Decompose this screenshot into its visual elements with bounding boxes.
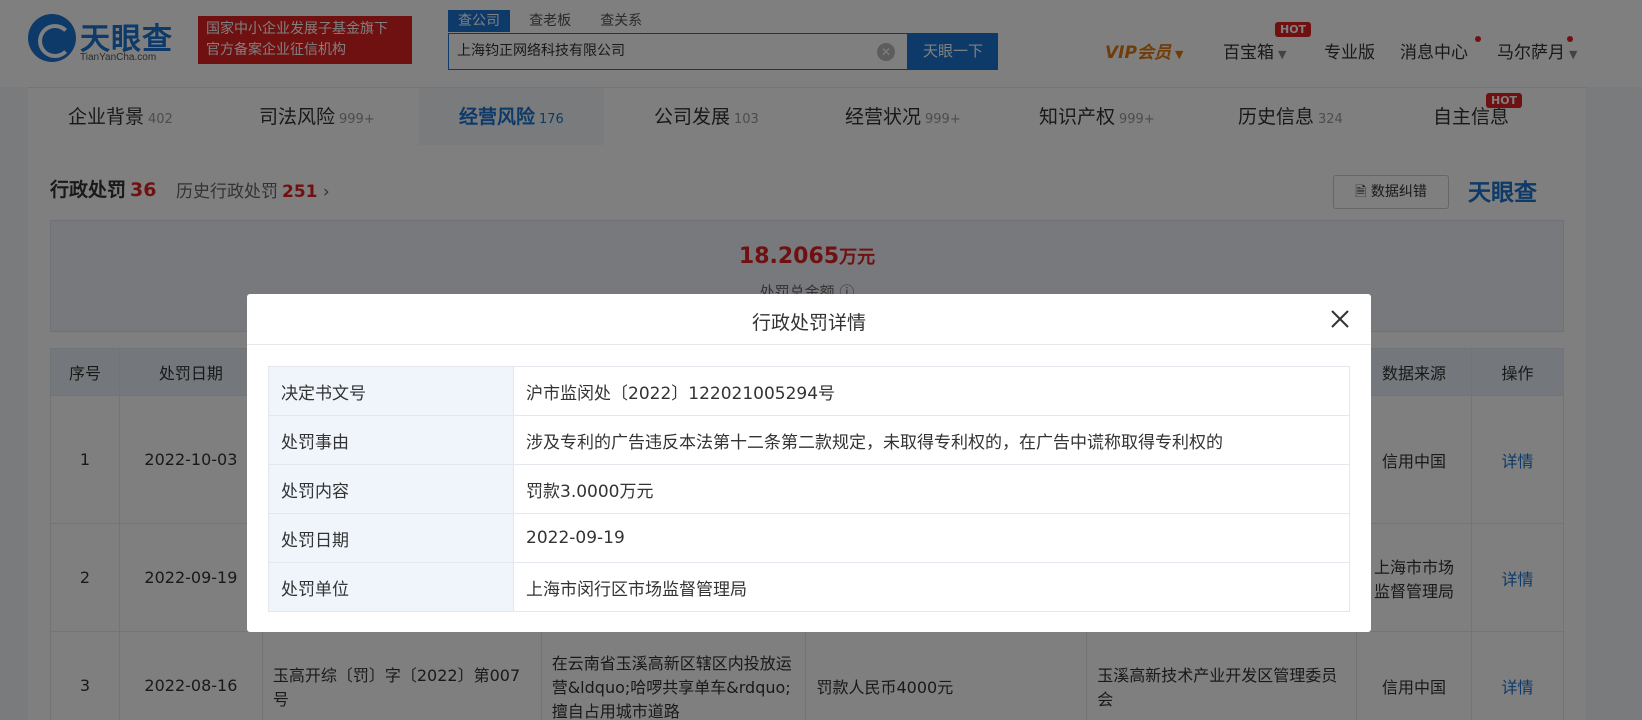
detail-value: 涉及专利的广告违反本法第十二条第二款规定，未取得专利权的，在广告中谎称取得专利权… (513, 415, 1350, 465)
detail-key: 决定书文号 (268, 366, 514, 416)
detail-row: 处罚事由 涉及专利的广告违反本法第十二条第二款规定，未取得专利权的，在广告中谎称… (268, 415, 1350, 465)
detail-row: 处罚日期 2022-09-19 (268, 513, 1350, 563)
detail-row: 决定书文号 沪市监闵处〔2022〕122021005294号 (268, 366, 1350, 416)
penalty-detail-modal: 行政处罚详情 决定书文号 沪市监闵处〔2022〕122021005294号 处罚… (247, 294, 1371, 632)
modal-header: 行政处罚详情 (247, 294, 1371, 345)
detail-table: 决定书文号 沪市监闵处〔2022〕122021005294号 处罚事由 涉及专利… (268, 366, 1350, 612)
modal-title: 行政处罚详情 (751, 312, 866, 334)
detail-row: 处罚内容 罚款3.0000万元 (268, 464, 1350, 514)
detail-key: 处罚事由 (268, 415, 514, 465)
detail-row: 处罚单位 上海市闵行区市场监督管理局 (268, 562, 1350, 612)
detail-key: 处罚内容 (268, 464, 514, 514)
detail-value: 上海市闵行区市场监督管理局 (513, 562, 1350, 612)
close-icon[interactable] (1327, 306, 1353, 332)
detail-key: 处罚单位 (268, 562, 514, 612)
detail-value: 2022-09-19 (513, 513, 1350, 563)
detail-key: 处罚日期 (268, 513, 514, 563)
detail-value: 罚款3.0000万元 (513, 464, 1350, 514)
detail-value: 沪市监闵处〔2022〕122021005294号 (513, 366, 1350, 416)
